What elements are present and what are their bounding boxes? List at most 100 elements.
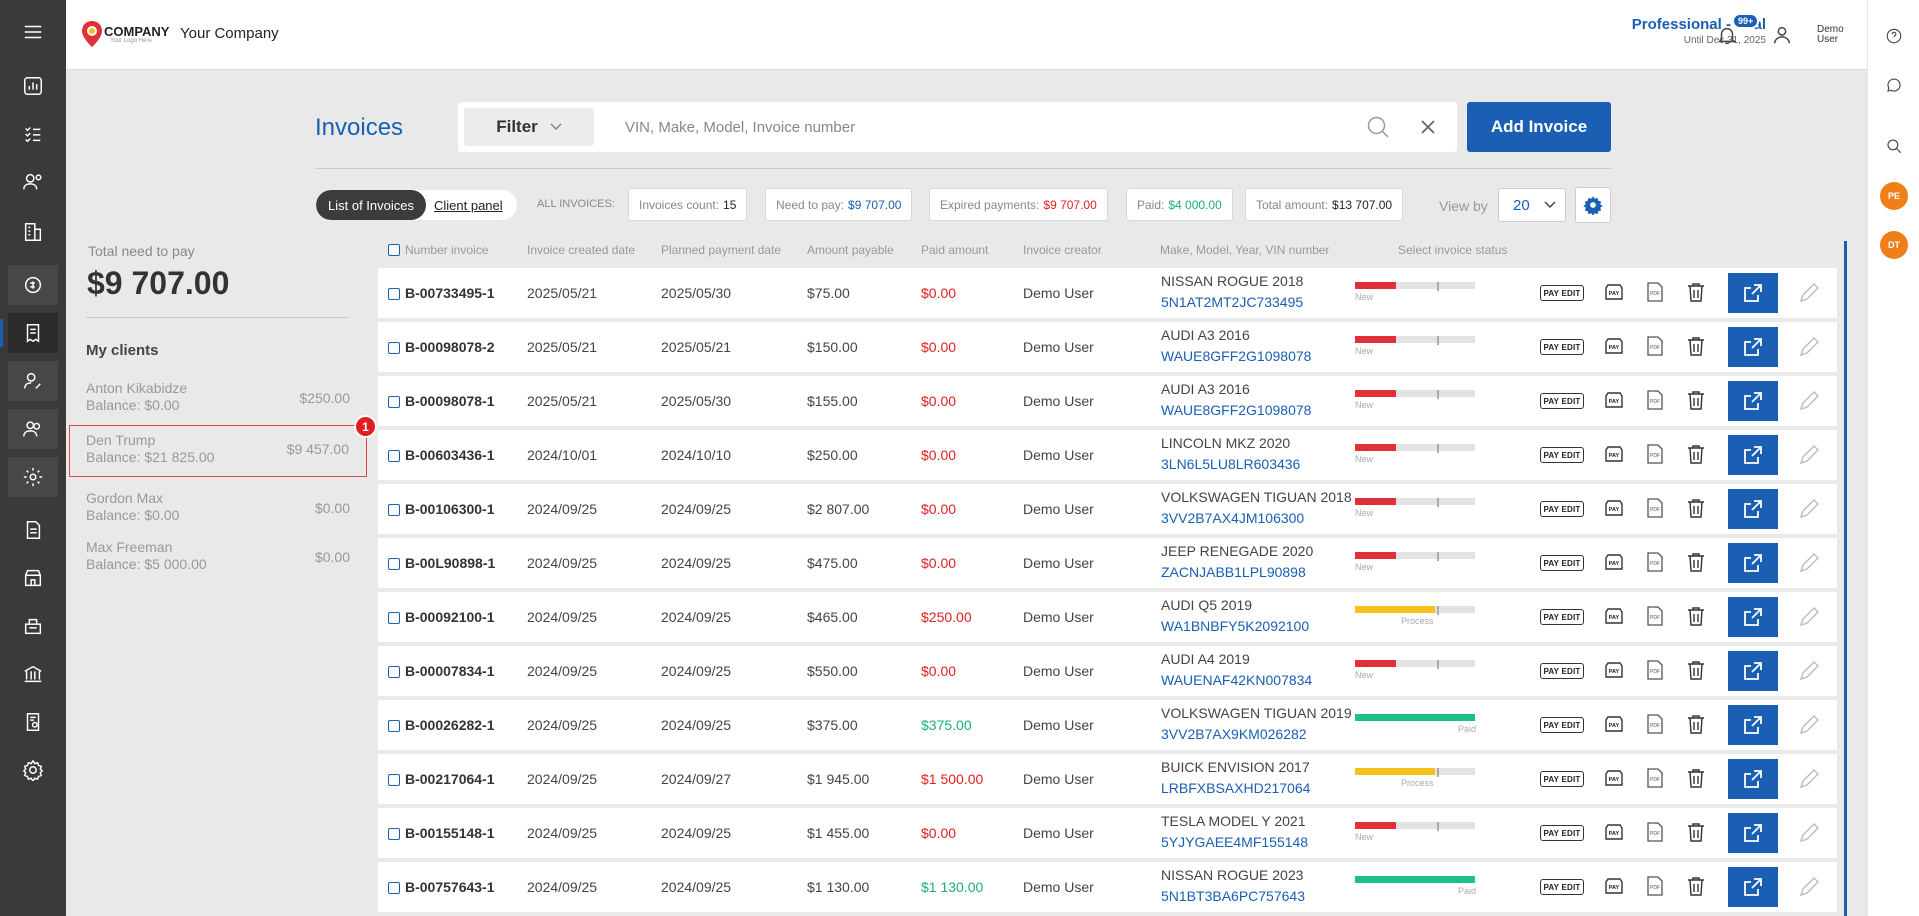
vin-link[interactable]: ZACNJABB1LPL90898	[1161, 564, 1306, 580]
search-icon[interactable]	[1880, 132, 1908, 160]
status-bar[interactable]	[1355, 552, 1475, 561]
pencil-icon[interactable]	[1798, 444, 1820, 466]
trash-icon[interactable]	[1687, 336, 1705, 356]
open-invoice-button[interactable]	[1728, 435, 1778, 475]
col-created-date[interactable]: Invoice created date	[527, 243, 635, 257]
status-bar[interactable]	[1355, 444, 1475, 453]
pdf-icon[interactable]: PDF	[1646, 714, 1664, 734]
status-bar[interactable]	[1355, 336, 1475, 345]
vin-link[interactable]: 3VV2B7AX9KM026282	[1161, 726, 1307, 742]
row-checkbox[interactable]	[388, 666, 400, 678]
col-paid-amount[interactable]: Paid amount	[921, 243, 988, 257]
invoice-number[interactable]: B-00757643-1	[405, 879, 495, 895]
help-icon[interactable]	[1880, 22, 1908, 50]
search-input[interactable]	[623, 114, 1323, 140]
invoice-number[interactable]: B-00733495-1	[405, 285, 495, 301]
pencil-icon[interactable]	[1798, 336, 1820, 358]
user-name[interactable]: Demo User	[1817, 25, 1844, 45]
pay-edit-button[interactable]: PAY EDIT	[1540, 609, 1584, 625]
trash-icon[interactable]	[1687, 552, 1705, 572]
trash-icon[interactable]	[1687, 660, 1705, 680]
avatar-pe[interactable]: PE	[1880, 182, 1908, 210]
col-make-model[interactable]: Make, Model, Year, VIN number	[1160, 243, 1329, 257]
status-bar[interactable]	[1355, 498, 1475, 507]
checklist-icon[interactable]	[8, 114, 58, 154]
invoice-number[interactable]: B-00217064-1	[405, 771, 495, 787]
pdf-icon[interactable]: PDF	[1646, 822, 1664, 842]
company-logo[interactable]: COMPANY Your Logo Here	[80, 20, 169, 48]
status-bar[interactable]	[1355, 768, 1475, 777]
bank-icon[interactable]	[8, 654, 58, 694]
invoice-number[interactable]: B-00155148-1	[405, 825, 495, 841]
vin-link[interactable]: WAUENAF42KN007834	[1161, 672, 1312, 688]
open-invoice-button[interactable]	[1728, 759, 1778, 799]
pay-edit-button[interactable]: PAY EDIT	[1540, 393, 1584, 409]
search-icon[interactable]	[1366, 115, 1390, 139]
row-checkbox[interactable]	[388, 288, 400, 300]
pdf-icon[interactable]: PDF	[1646, 606, 1664, 626]
tab-client-panel[interactable]: Client panel	[426, 190, 517, 220]
filter-button[interactable]: Filter	[464, 108, 594, 146]
settings-user-icon[interactable]	[8, 457, 58, 497]
table-row[interactable]: B-00603436-1 2024/10/01 2024/10/10 $250.00 $…	[378, 430, 1837, 480]
store-icon[interactable]	[8, 558, 58, 598]
trash-icon[interactable]	[1687, 876, 1705, 896]
open-invoice-button[interactable]	[1728, 705, 1778, 745]
dashboard-chart-icon[interactable]	[8, 66, 58, 106]
pay-icon[interactable]: PAY	[1604, 714, 1624, 734]
open-invoice-button[interactable]	[1728, 543, 1778, 583]
pdf-icon[interactable]: PDF	[1646, 768, 1664, 788]
pay-icon[interactable]: PAY	[1604, 552, 1624, 572]
pay-icon[interactable]: PAY	[1604, 822, 1624, 842]
client-edit-icon[interactable]	[8, 361, 58, 401]
avatar-dt[interactable]: DT	[1880, 231, 1908, 259]
pencil-icon[interactable]	[1798, 390, 1820, 412]
pencil-icon[interactable]	[1798, 660, 1820, 682]
vin-link[interactable]: 5N1BT3BA6PC757643	[1161, 888, 1305, 904]
pay-edit-button[interactable]: PAY EDIT	[1540, 825, 1584, 841]
pdf-icon[interactable]: PDF	[1646, 876, 1664, 896]
pay-edit-button[interactable]: PAY EDIT	[1540, 501, 1584, 517]
pay-icon[interactable]: PAY	[1604, 282, 1624, 302]
row-checkbox[interactable]	[388, 342, 400, 354]
vin-link[interactable]: 5N1AT2MT2JC733495	[1161, 294, 1303, 310]
open-invoice-button[interactable]	[1728, 381, 1778, 421]
pdf-icon[interactable]: PDF	[1646, 660, 1664, 680]
row-checkbox[interactable]	[388, 612, 400, 624]
view-by-select[interactable]: 20	[1498, 188, 1566, 222]
trash-icon[interactable]	[1687, 498, 1705, 518]
row-checkbox[interactable]	[388, 882, 400, 894]
invoice-number[interactable]: B-00007834-1	[405, 663, 495, 679]
status-bar[interactable]	[1355, 714, 1475, 721]
table-row[interactable]: B-00007834-1 2024/09/25 2024/09/25 $550.00 $…	[378, 646, 1837, 696]
settings-gear-icon[interactable]	[8, 750, 58, 790]
open-invoice-button[interactable]	[1728, 327, 1778, 367]
building-icon[interactable]	[8, 212, 58, 252]
pencil-icon[interactable]	[1798, 876, 1820, 898]
table-row[interactable]: B-00L90898-1 2024/09/25 2024/09/25 $475.00 $…	[378, 538, 1837, 588]
pay-icon[interactable]: PAY	[1604, 876, 1624, 896]
status-bar[interactable]	[1355, 282, 1475, 291]
row-checkbox[interactable]	[388, 720, 400, 732]
pay-icon[interactable]: PAY	[1604, 336, 1624, 356]
close-icon[interactable]	[1418, 117, 1438, 137]
tab-list-of-invoices[interactable]: List of Invoices	[316, 190, 426, 220]
open-invoice-button[interactable]	[1728, 813, 1778, 853]
pencil-icon[interactable]	[1798, 768, 1820, 790]
vin-link[interactable]: WAUE8GFF2G1098078	[1161, 348, 1311, 364]
pay-icon[interactable]: PAY	[1604, 498, 1624, 518]
client-item[interactable]: Anton Kikabidze Balance: $0.00 $250.00	[86, 380, 352, 420]
pay-edit-button[interactable]: PAY EDIT	[1540, 285, 1584, 301]
open-invoice-button[interactable]	[1728, 597, 1778, 637]
pdf-icon[interactable]: PDF	[1646, 282, 1664, 302]
invoice-number[interactable]: B-00106300-1	[405, 501, 495, 517]
table-row[interactable]: B-00098078-2 2025/05/21 2025/05/21 $150.00 $…	[378, 322, 1837, 372]
col-invoice-creator[interactable]: Invoice creator	[1023, 243, 1102, 257]
client-item[interactable]: Den Trump Balance: $21 825.00 $9 457.00	[69, 425, 367, 477]
pdf-icon[interactable]: PDF	[1646, 552, 1664, 572]
client-group-icon[interactable]	[8, 409, 58, 449]
pdf-icon[interactable]: PDF	[1646, 390, 1664, 410]
scrollbar[interactable]	[1844, 241, 1847, 916]
row-checkbox[interactable]	[388, 558, 400, 570]
invoice-number[interactable]: B-00026282-1	[405, 717, 495, 733]
